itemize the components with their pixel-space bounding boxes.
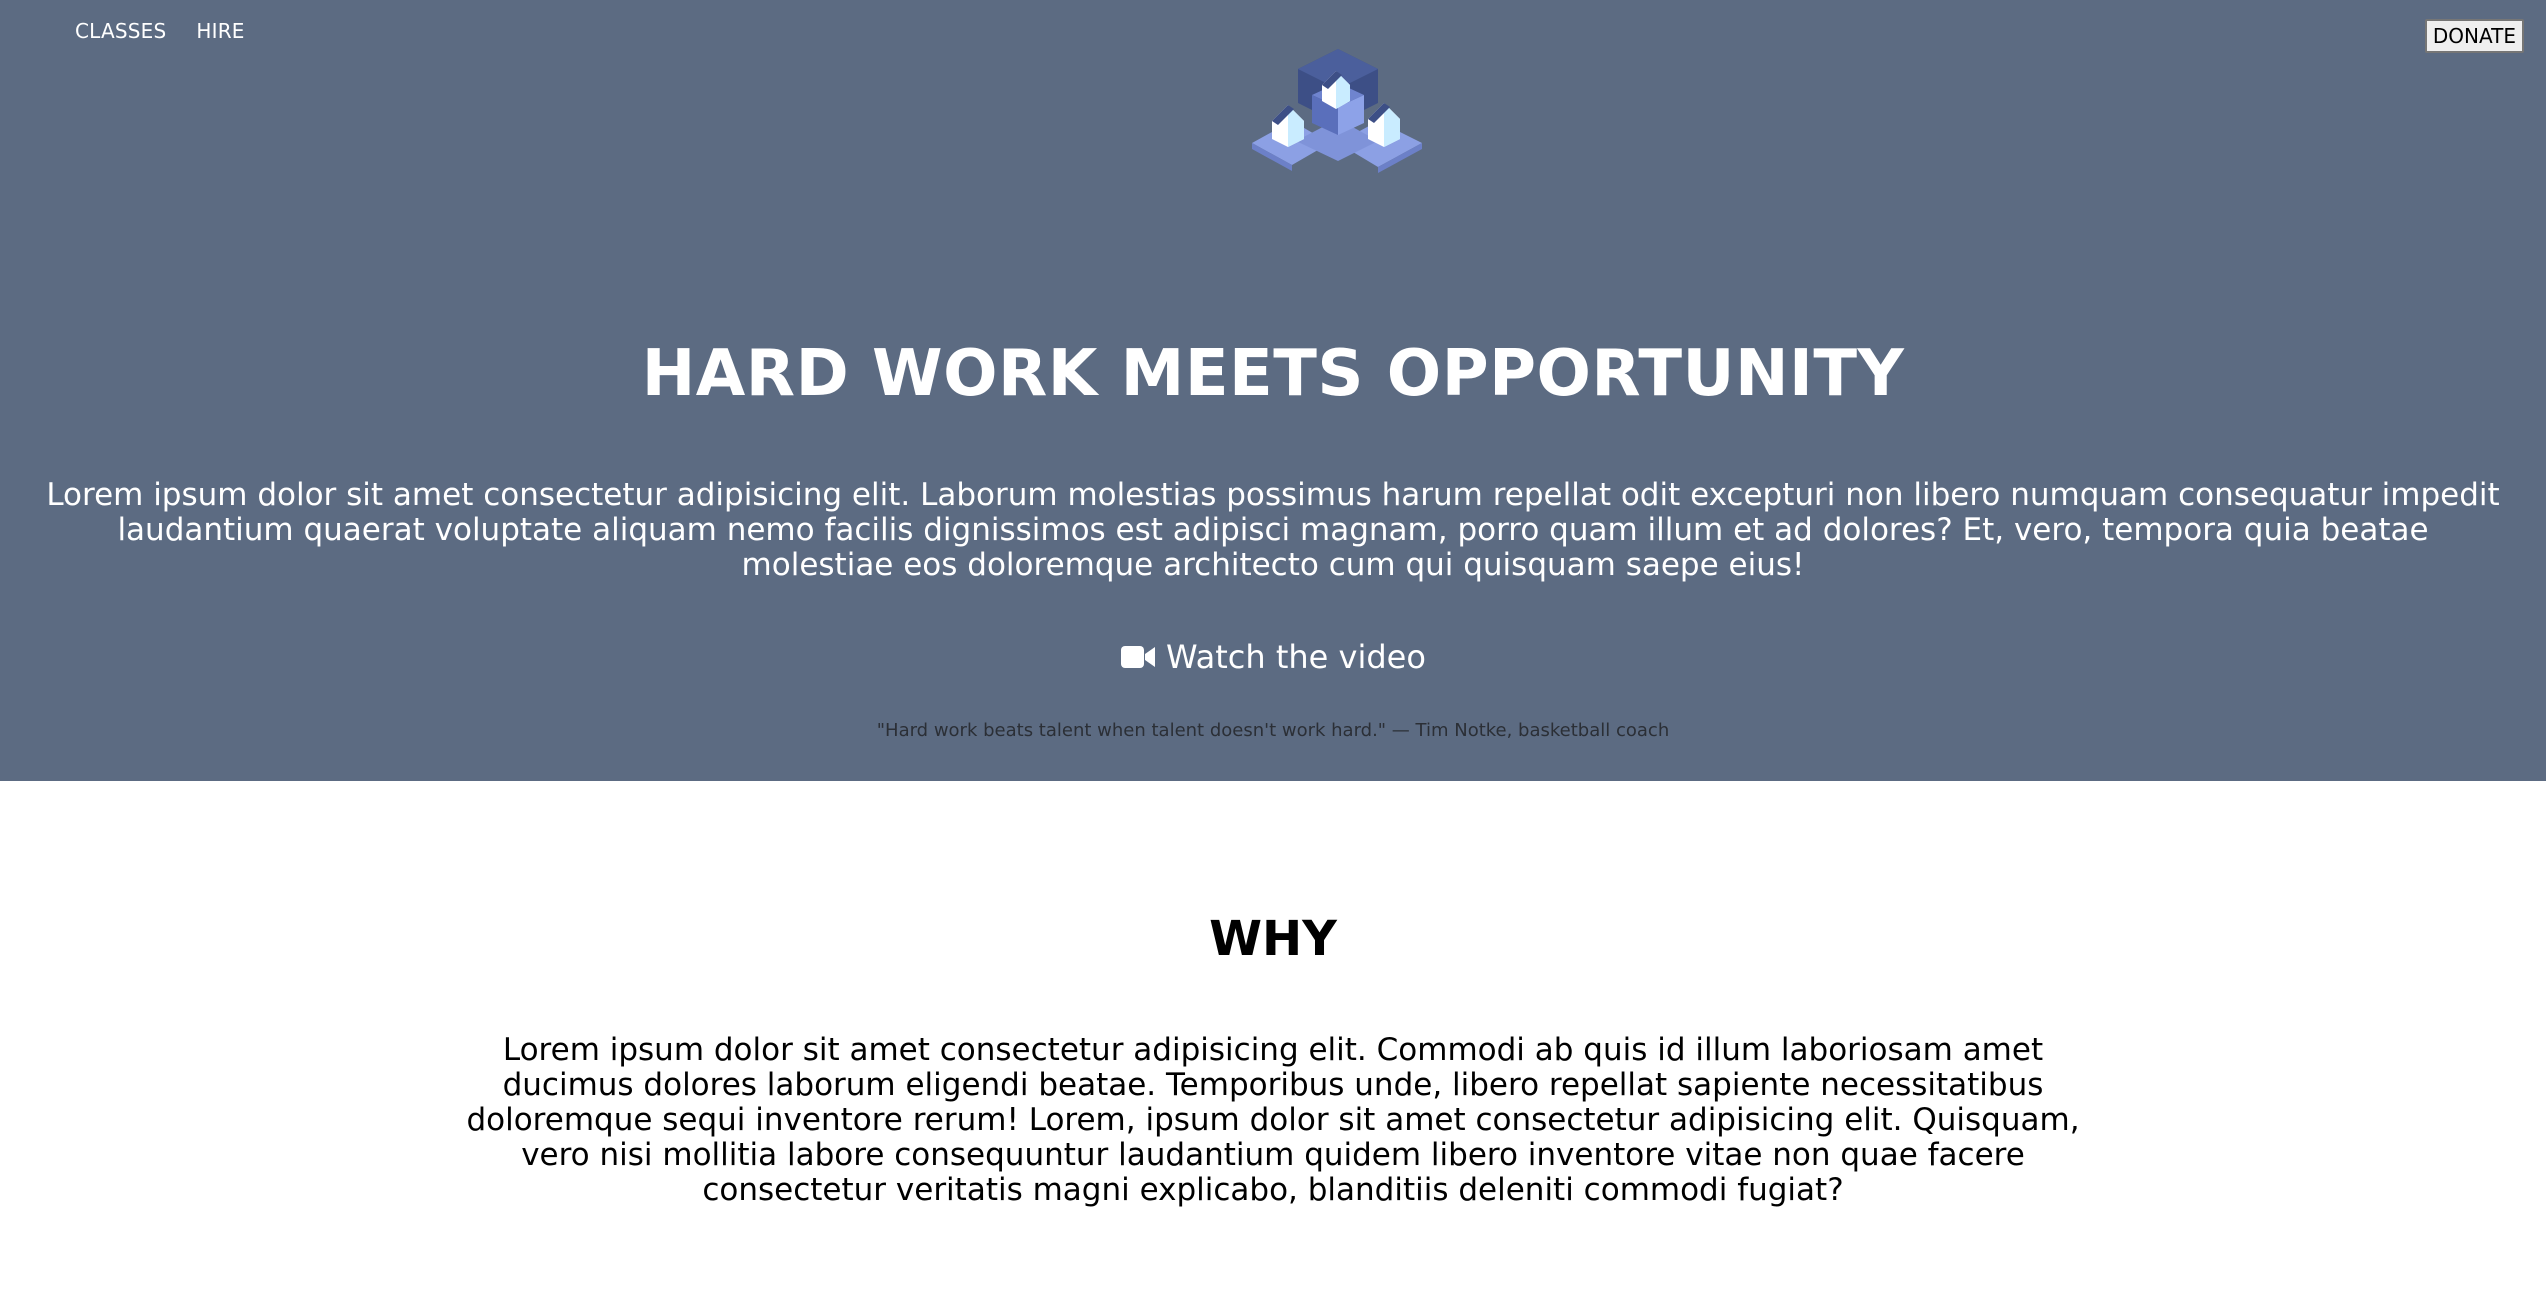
watch-video-link[interactable]: Watch the video (0, 638, 2546, 676)
nav-link-hire[interactable]: HIRE (196, 19, 244, 43)
logo-houses-icon (1252, 49, 1422, 173)
why-title: WHY (1209, 911, 1337, 967)
donate-button[interactable]: DONATE (2424, 19, 2524, 53)
hero-description: Lorem ipsum dolor sit amet consectetur a… (46, 477, 2500, 583)
hero-quote: "Hard work beats talent when talent does… (876, 720, 1670, 741)
watch-video-label: Watch the video (1166, 638, 1426, 676)
top-nav: CLASSES HIRE (75, 19, 245, 43)
why-description: Lorem ipsum dolor sit amet consectetur a… (466, 1032, 2080, 1208)
hero-title: HARD WORK MEETS OPPORTUNITY (641, 337, 1905, 411)
hero-section: CLASSES HIRE DONATE HARD WORK MEETS OPPO… (0, 0, 2546, 781)
video-camera-icon (1121, 646, 1156, 668)
nav-link-classes[interactable]: CLASSES (75, 19, 166, 43)
